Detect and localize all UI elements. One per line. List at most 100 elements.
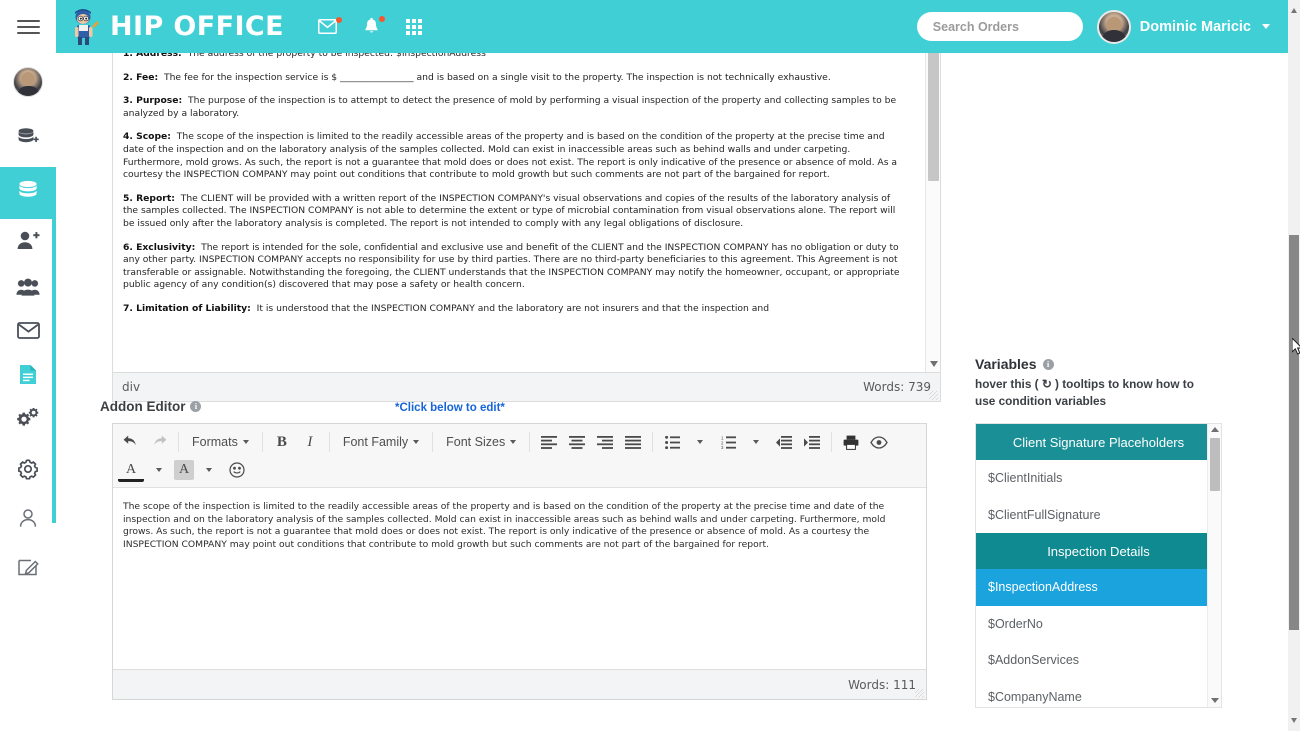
scroll-down-arrow-icon[interactable] xyxy=(1290,718,1297,723)
indent-icon[interactable] xyxy=(799,429,825,455)
info-icon[interactable]: i xyxy=(1042,358,1054,370)
emoji-icon[interactable] xyxy=(224,457,250,483)
document-scrollbar[interactable] xyxy=(925,53,940,372)
numbered-list-dropdown[interactable] xyxy=(743,429,769,455)
list-item[interactable]: $AddonServices xyxy=(976,642,1221,679)
addon-editor-status-bar: Words: 111 xyxy=(113,669,926,699)
editor-toolbar: Formats B I Font Family Font Sizes 1 2 3… xyxy=(113,424,926,488)
chevron-down-icon xyxy=(413,440,420,444)
preview-eye-icon[interactable] xyxy=(866,429,892,455)
variables-scrollbar-thumb[interactable] xyxy=(1210,438,1220,491)
chevron-down-icon[interactable] xyxy=(1262,24,1270,29)
text-color-button[interactable]: A xyxy=(118,461,144,482)
chevron-down-icon xyxy=(206,468,212,472)
user-menu[interactable]: Dominic Maricic xyxy=(1096,9,1270,44)
italic-button[interactable]: I xyxy=(297,429,323,455)
contract-paragraph: 4. Scope: The scope of the inspection is… xyxy=(123,131,898,181)
toolbar-separator xyxy=(328,432,330,452)
bullet-list-dropdown[interactable] xyxy=(687,429,713,455)
align-justify-icon[interactable] xyxy=(620,429,646,455)
top-header: HIP OFFICE Dominic Maricic xyxy=(0,0,1288,53)
sidebar-item-edit[interactable] xyxy=(0,547,56,591)
left-sidebar xyxy=(0,53,56,731)
sidebar-item-profile[interactable] xyxy=(0,498,56,542)
sidebar-item-mail[interactable] xyxy=(0,311,56,355)
toolbar-separator xyxy=(178,432,179,452)
sidebar-item-users[interactable] xyxy=(0,267,56,311)
sidebar-item-settings[interactable] xyxy=(0,449,56,493)
users-group-icon xyxy=(16,278,40,301)
variables-scrollbar[interactable] xyxy=(1207,424,1221,707)
sidebar-item-services[interactable] xyxy=(0,399,56,443)
gear-icon xyxy=(17,458,39,485)
align-right-icon[interactable] xyxy=(592,429,618,455)
scroll-down-arrow-icon[interactable] xyxy=(1211,698,1219,703)
list-item[interactable]: $OrderNo xyxy=(976,605,1221,642)
sidebar-item-add-database[interactable] xyxy=(0,111,56,167)
resize-handle[interactable] xyxy=(915,689,924,698)
list-item-selected[interactable]: $InspectionAddress xyxy=(976,569,1221,606)
addon-editor-content[interactable]: The scope of the inspection is limited t… xyxy=(113,488,926,691)
scroll-down-arrow-icon[interactable] xyxy=(929,361,938,367)
toolbar-separator xyxy=(831,432,833,452)
align-center-icon[interactable] xyxy=(564,429,590,455)
sidebar-item-documents[interactable] xyxy=(0,355,56,399)
brand-logo[interactable]: HIP OFFICE xyxy=(66,8,284,46)
browser-scrollbar-thumb[interactable] xyxy=(1289,235,1299,630)
scroll-up-arrow-icon[interactable] xyxy=(1290,8,1297,13)
envelope-icon xyxy=(16,322,40,344)
print-icon[interactable] xyxy=(838,429,864,455)
apps-grid-icon[interactable] xyxy=(405,18,422,35)
toolbar-separator xyxy=(432,432,434,452)
hamburger-menu-button[interactable] xyxy=(0,0,56,53)
document-word-count: Words: 739 xyxy=(863,380,931,394)
contract-paragraph: 2. Fee: The fee for the inspection servi… xyxy=(123,71,831,83)
addon-word-count: Words: 111 xyxy=(848,677,916,692)
contract-document-viewer[interactable]: 1. Address: The address of the property … xyxy=(112,53,941,372)
editor-toolbar-row-2: A A xyxy=(117,456,922,484)
bold-button[interactable]: B xyxy=(269,429,295,455)
search-container xyxy=(916,12,1083,41)
outdent-icon[interactable] xyxy=(771,429,797,455)
contract-document-body: 1. Address: The address of the property … xyxy=(113,53,913,327)
toolbar-separator xyxy=(529,432,531,452)
addon-editor[interactable]: Formats B I Font Family Font Sizes 1 2 3… xyxy=(112,423,927,700)
formats-dropdown[interactable]: Formats xyxy=(185,429,256,455)
database-icon xyxy=(17,180,39,206)
list-item[interactable]: $ClientInitials xyxy=(976,460,1221,497)
mascot-icon xyxy=(66,8,102,46)
text-color-dropdown[interactable] xyxy=(146,457,172,483)
file-text-icon xyxy=(19,364,37,390)
font-sizes-dropdown[interactable]: Font Sizes xyxy=(439,429,523,455)
addon-editor-title: Addon Editor xyxy=(100,399,186,414)
numbered-list-icon[interactable]: 123 xyxy=(715,429,741,455)
variable-group-header[interactable]: Client Signature Placeholders xyxy=(976,424,1221,460)
svg-text:3: 3 xyxy=(721,445,724,449)
chevron-down-icon xyxy=(242,440,249,444)
sidebar-item-user-avatar[interactable] xyxy=(0,53,56,111)
background-color-dropdown[interactable] xyxy=(196,457,222,483)
variables-list[interactable]: Client Signature Placeholders $ClientIni… xyxy=(975,423,1222,708)
resize-handle[interactable] xyxy=(929,391,938,400)
variable-group-header[interactable]: Inspection Details xyxy=(976,533,1221,569)
font-family-dropdown[interactable]: Font Family xyxy=(336,429,426,455)
list-item[interactable]: $ClientFullSignature xyxy=(976,496,1221,533)
align-left-icon[interactable] xyxy=(536,429,562,455)
sidebar-item-add-user[interactable] xyxy=(0,219,56,267)
list-item[interactable]: $CompanyName xyxy=(976,678,1221,707)
background-color-button[interactable]: A xyxy=(174,460,194,480)
contract-paragraph: 5. Report: The CLIENT will be provided w… xyxy=(123,192,896,229)
document-scrollbar-thumb[interactable] xyxy=(928,53,939,181)
bullet-list-icon[interactable] xyxy=(659,429,685,455)
bell-badge-dot xyxy=(378,15,385,22)
search-input[interactable] xyxy=(916,12,1083,41)
mail-icon[interactable] xyxy=(317,17,342,35)
scroll-up-arrow-icon[interactable] xyxy=(1211,427,1219,432)
chevron-down-icon xyxy=(510,440,517,444)
browser-scrollbar[interactable] xyxy=(1288,0,1300,731)
bell-icon[interactable] xyxy=(363,15,385,36)
sidebar-item-database[interactable] xyxy=(0,167,56,219)
info-icon[interactable]: i xyxy=(190,401,202,412)
redo-icon[interactable] xyxy=(146,429,172,455)
undo-icon[interactable] xyxy=(118,429,144,455)
